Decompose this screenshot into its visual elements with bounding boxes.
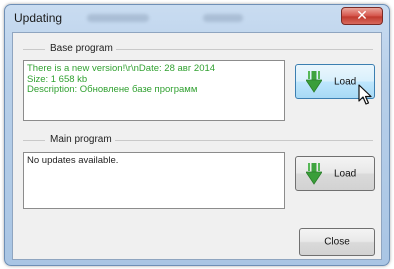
main-program-info-textbox[interactable]: No updates available.	[23, 152, 285, 209]
mouse-pointer-icon	[358, 84, 372, 111]
title-bar[interactable]: Updating ✕	[5, 5, 389, 31]
green-down-arrow-icon	[305, 71, 323, 96]
window-title: Updating	[14, 11, 63, 25]
base-program-info-line: Description: Обновлене базе программ	[27, 84, 198, 95]
main-program-group-title: Main program	[47, 134, 115, 145]
group-divider	[23, 140, 45, 141]
group-divider	[111, 140, 373, 141]
main-program-load-button[interactable]: Load	[295, 156, 375, 191]
green-down-arrow-icon	[305, 163, 323, 188]
base-program-info-line: There is a new version!\r\nDate: 28 авг …	[27, 63, 216, 74]
dialog-client-area: Base program There is a new version!\r\n…	[12, 32, 382, 260]
close-button[interactable]: Close	[299, 228, 375, 256]
blurred-title-segment	[203, 14, 243, 22]
close-icon: ✕	[356, 7, 368, 23]
base-program-info-textbox[interactable]: There is a new version!\r\nDate: 28 авг …	[23, 60, 285, 121]
load-button-label: Load	[334, 168, 357, 179]
blurred-title-segment	[87, 14, 149, 22]
close-button-label: Close	[324, 236, 350, 248]
updating-dialog: Updating ✕ Base program There is a new v…	[4, 4, 390, 266]
group-divider	[23, 49, 45, 50]
main-program-info-line: No updates available.	[27, 155, 119, 166]
load-button-label: Load	[334, 76, 357, 87]
window-close-button[interactable]: ✕	[341, 7, 383, 25]
base-program-group-title: Base program	[47, 43, 116, 54]
group-divider	[111, 49, 373, 50]
